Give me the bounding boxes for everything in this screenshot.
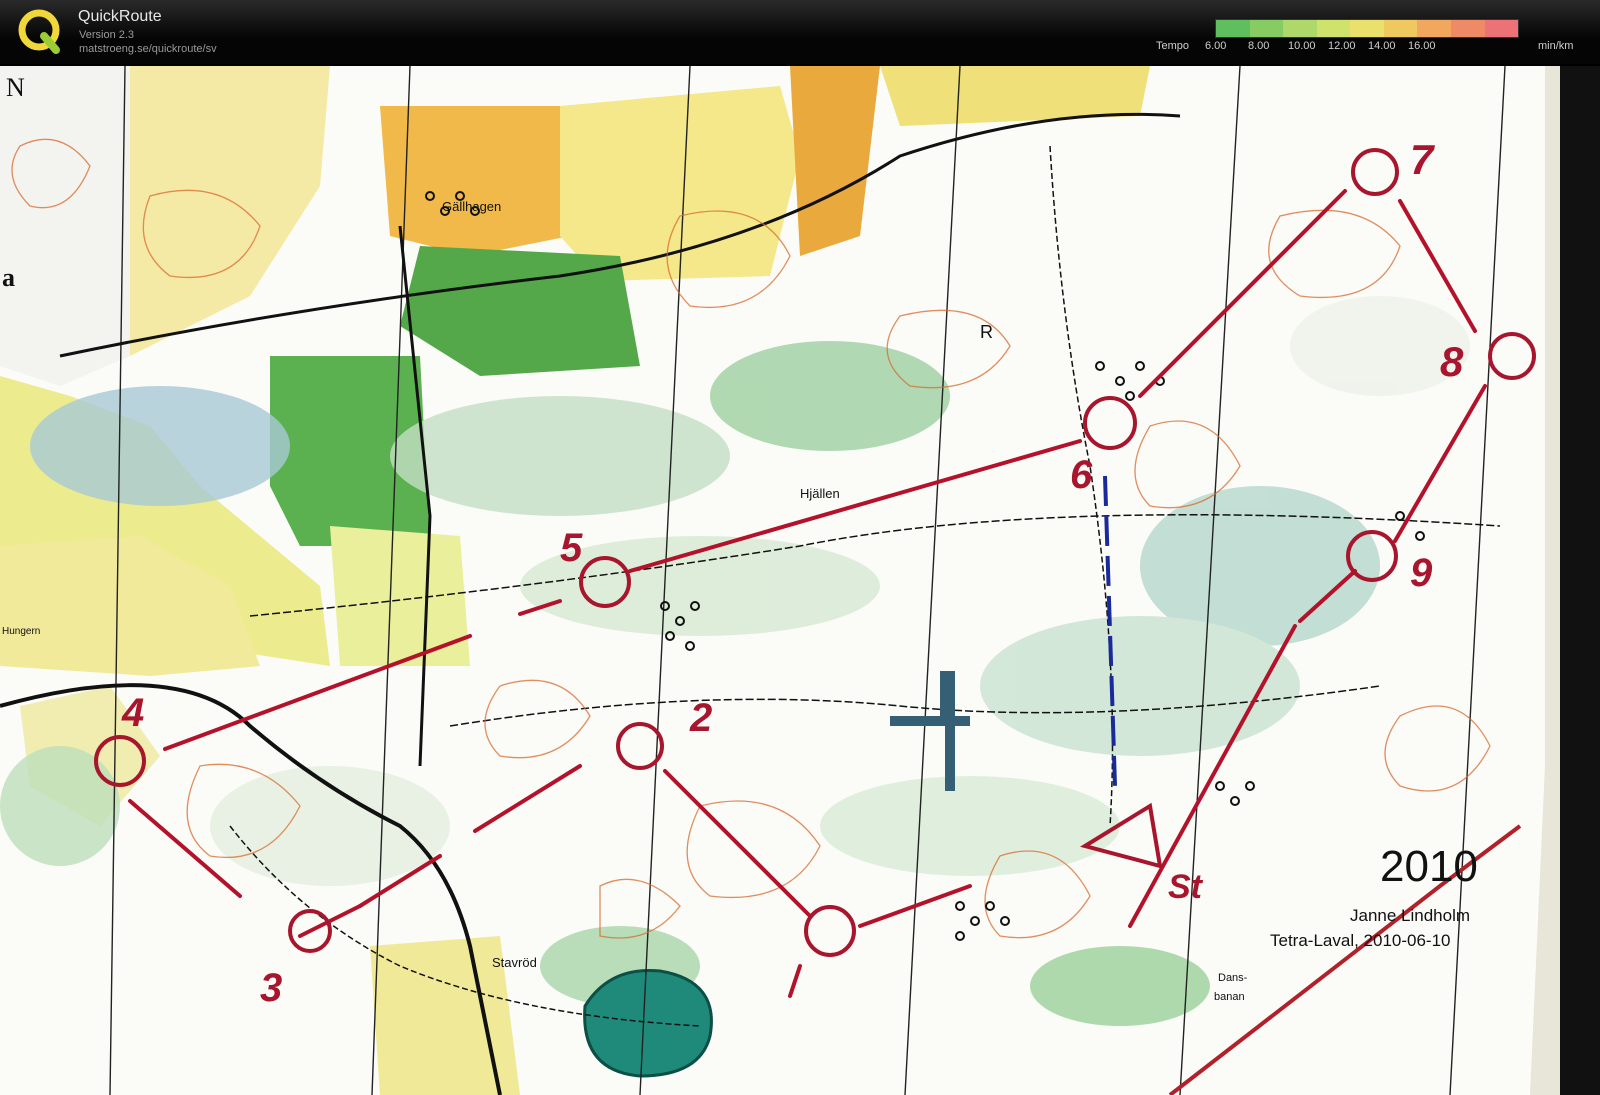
stamp-name: Janne Lindholm — [1350, 906, 1470, 925]
edge-letter: a — [2, 263, 15, 292]
control-number-5: 5 — [560, 526, 583, 570]
place-hjallen: Hjällen — [800, 486, 840, 501]
place-banan: banan — [1214, 991, 1245, 1003]
control-number-3: 3 — [260, 966, 282, 1010]
tempo-color-swatch — [1484, 20, 1519, 37]
stamp-event: Tetra-Laval, 2010-06-10 — [1270, 931, 1451, 950]
control-number-9: 9 — [1410, 551, 1433, 595]
control-number-2: 2 — [689, 696, 712, 740]
control-number-8: 8 — [1440, 338, 1464, 385]
place-gallhagen: Gällhagen — [442, 199, 501, 214]
north-marker: N — [6, 73, 25, 102]
tempo-tick-16: 16.00 — [1408, 40, 1436, 52]
place-dans: Dans- — [1218, 972, 1248, 984]
place-hungern: Hungern — [2, 626, 40, 637]
app-header: QuickRoute Version 2.3 matstroeng.se/qui… — [0, 0, 1600, 64]
tempo-tick-12: 12.00 — [1328, 40, 1356, 52]
tempo-unit: min/km — [1538, 40, 1574, 52]
tempo-color-swatch — [1350, 20, 1384, 37]
app-url: matstroeng.se/quickroute/sv — [79, 43, 217, 55]
tempo-tick-10: 10.00 — [1288, 40, 1316, 52]
map-letter-r: R — [980, 322, 993, 342]
tempo-color-swatch — [1249, 20, 1284, 37]
control-number-6: 6 — [1070, 453, 1093, 497]
tempo-color-swatch — [1383, 20, 1418, 37]
stamp-year: 2010 — [1380, 842, 1478, 891]
tempo-label: Tempo — [1156, 40, 1190, 52]
place-stavrod: Stavröd — [492, 955, 537, 970]
control-number-4: 4 — [121, 691, 144, 735]
app-version: Version 2.3 — [79, 29, 135, 41]
tempo-tick-8: 8.00 — [1248, 40, 1270, 52]
lake — [583, 968, 713, 1078]
tempo-color-swatch — [1216, 20, 1250, 37]
app-title: QuickRoute — [78, 8, 162, 25]
tempo-tick-14: 14.00 — [1368, 40, 1396, 52]
tempo-color-swatch — [1316, 20, 1351, 37]
tempo-color-swatch — [1283, 20, 1317, 37]
orienteering-map[interactable]: Gällhagen Hjällen Hungern Stavröd Dans- … — [0, 66, 1600, 1095]
tempo-color-swatch — [1450, 20, 1485, 37]
quickroute-logo-icon — [18, 9, 60, 54]
tempo-tick-6: 6.00 — [1205, 40, 1227, 52]
control-number-7: 7 — [1410, 136, 1435, 183]
tempo-color-scale — [1215, 19, 1519, 38]
start-label: St — [1168, 868, 1204, 906]
tempo-color-swatch — [1417, 20, 1451, 37]
